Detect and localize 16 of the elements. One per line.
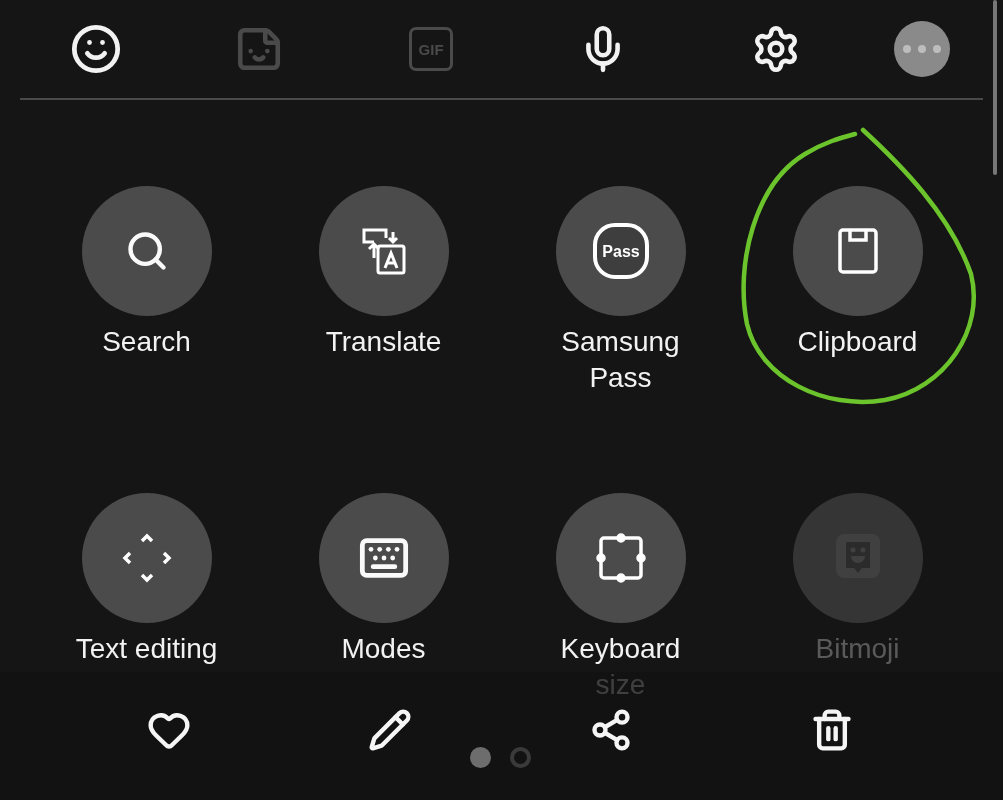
cursor-arrows-icon bbox=[120, 532, 173, 584]
pass-button[interactable]: Pass bbox=[555, 186, 686, 316]
pass-icon: Pass bbox=[591, 222, 650, 280]
page-indicator-dot[interactable] bbox=[510, 747, 531, 768]
tool-label: Text editing bbox=[74, 632, 219, 666]
tool-label: Modes bbox=[340, 632, 427, 666]
tool-label: Translate bbox=[324, 325, 443, 359]
clipboard-icon bbox=[837, 228, 878, 274]
smiley-icon bbox=[70, 23, 123, 75]
tool-label: Samsung Pass bbox=[560, 325, 681, 395]
resize-frame-icon bbox=[594, 532, 647, 584]
tool-label: Bitmoji bbox=[814, 632, 901, 666]
tool-label: Search bbox=[101, 325, 192, 359]
tool-label: Clipboard bbox=[796, 325, 919, 359]
page-indicator-dot[interactable] bbox=[470, 747, 491, 768]
pencil-icon bbox=[367, 708, 412, 752]
